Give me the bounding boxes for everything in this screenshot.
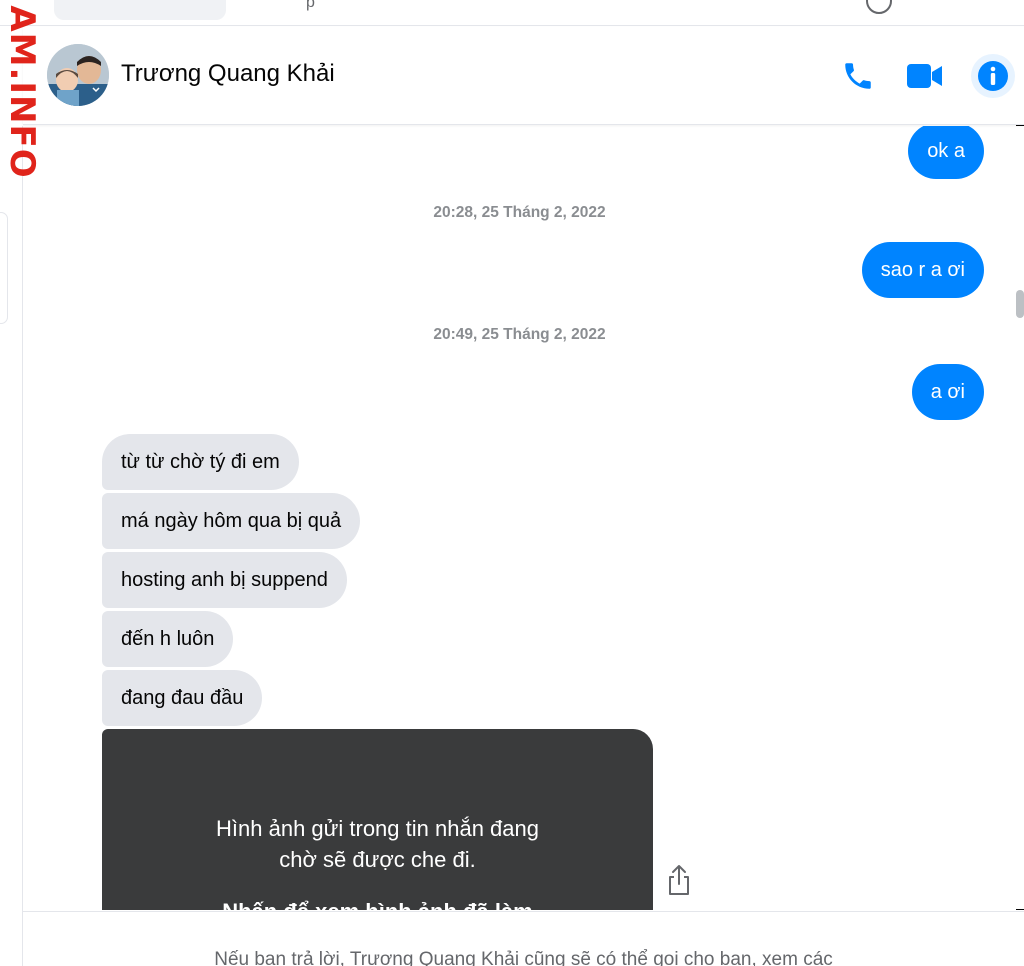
incoming-message[interactable]: hosting anh bị suppend [102,552,347,608]
share-button[interactable] [667,864,691,896]
video-call-button[interactable] [903,54,947,98]
incoming-message[interactable]: đang đau đầu [102,670,263,726]
hidden-image-message[interactable]: Hình ảnh gửi trong tin nhắn đang chờ sẽ … [102,729,653,910]
incoming-message[interactable]: má ngày hôm qua bị quả [102,493,361,549]
timestamp: 20:49, 25 Tháng 2, 2022 [433,326,606,343]
search-field[interactable] [54,0,226,20]
media-notice: Hình ảnh gửi trong tin nhắn đang chờ sẽ … [102,813,653,875]
left-panel-edge [0,212,8,324]
outgoing-message[interactable]: ok a [908,126,984,179]
messenger-window: p Trương Quang Khải ok a 20:28, 25 Tháng… [0,0,1024,966]
watermark: AM.INFO [0,0,52,190]
reply-notice-bar: Nếu bạn trả lời, Trương Quang Khải cũng … [23,911,1024,966]
top-icon[interactable] [866,0,892,14]
info-icon [978,61,1008,91]
video-icon [907,64,942,88]
scrollbar-top-edge [1016,125,1024,126]
media-notice-line1: Hình ảnh gửi trong tin nhắn đang [216,816,539,841]
scrollbar-bottom-edge [1016,909,1024,910]
reply-notice-text: Nếu bạn trả lời, Trương Quang Khải cũng … [214,949,833,966]
timestamp: 20:28, 25 Tháng 2, 2022 [433,204,606,221]
scrollbar-thumb[interactable] [1016,290,1024,318]
call-button[interactable] [836,54,880,98]
reveal-image-link[interactable]: Nhấn để xem hình ảnh đã làm [102,899,653,910]
top-bar: p [0,0,1024,26]
top-text-fragment: p [306,0,315,11]
incoming-message[interactable]: đến h luôn [102,611,234,667]
share-icon [669,865,689,895]
message-list[interactable]: ok a 20:28, 25 Tháng 2, 2022 sao r a ơi … [23,126,1024,910]
avatar[interactable] [47,44,109,106]
conversation-header: Trương Quang Khải [23,27,1024,125]
watermark-text: AM.INFO [2,5,42,179]
info-button[interactable] [971,54,1015,98]
contact-name[interactable]: Trương Quang Khải [121,60,335,88]
media-notice-line2: chờ sẽ được che đi. [279,847,476,872]
incoming-message[interactable]: từ từ chờ tý đi em [102,434,299,490]
outgoing-message[interactable]: sao r a ơi [861,242,984,298]
phone-icon [845,63,871,89]
outgoing-message[interactable]: a ơi [911,364,984,420]
